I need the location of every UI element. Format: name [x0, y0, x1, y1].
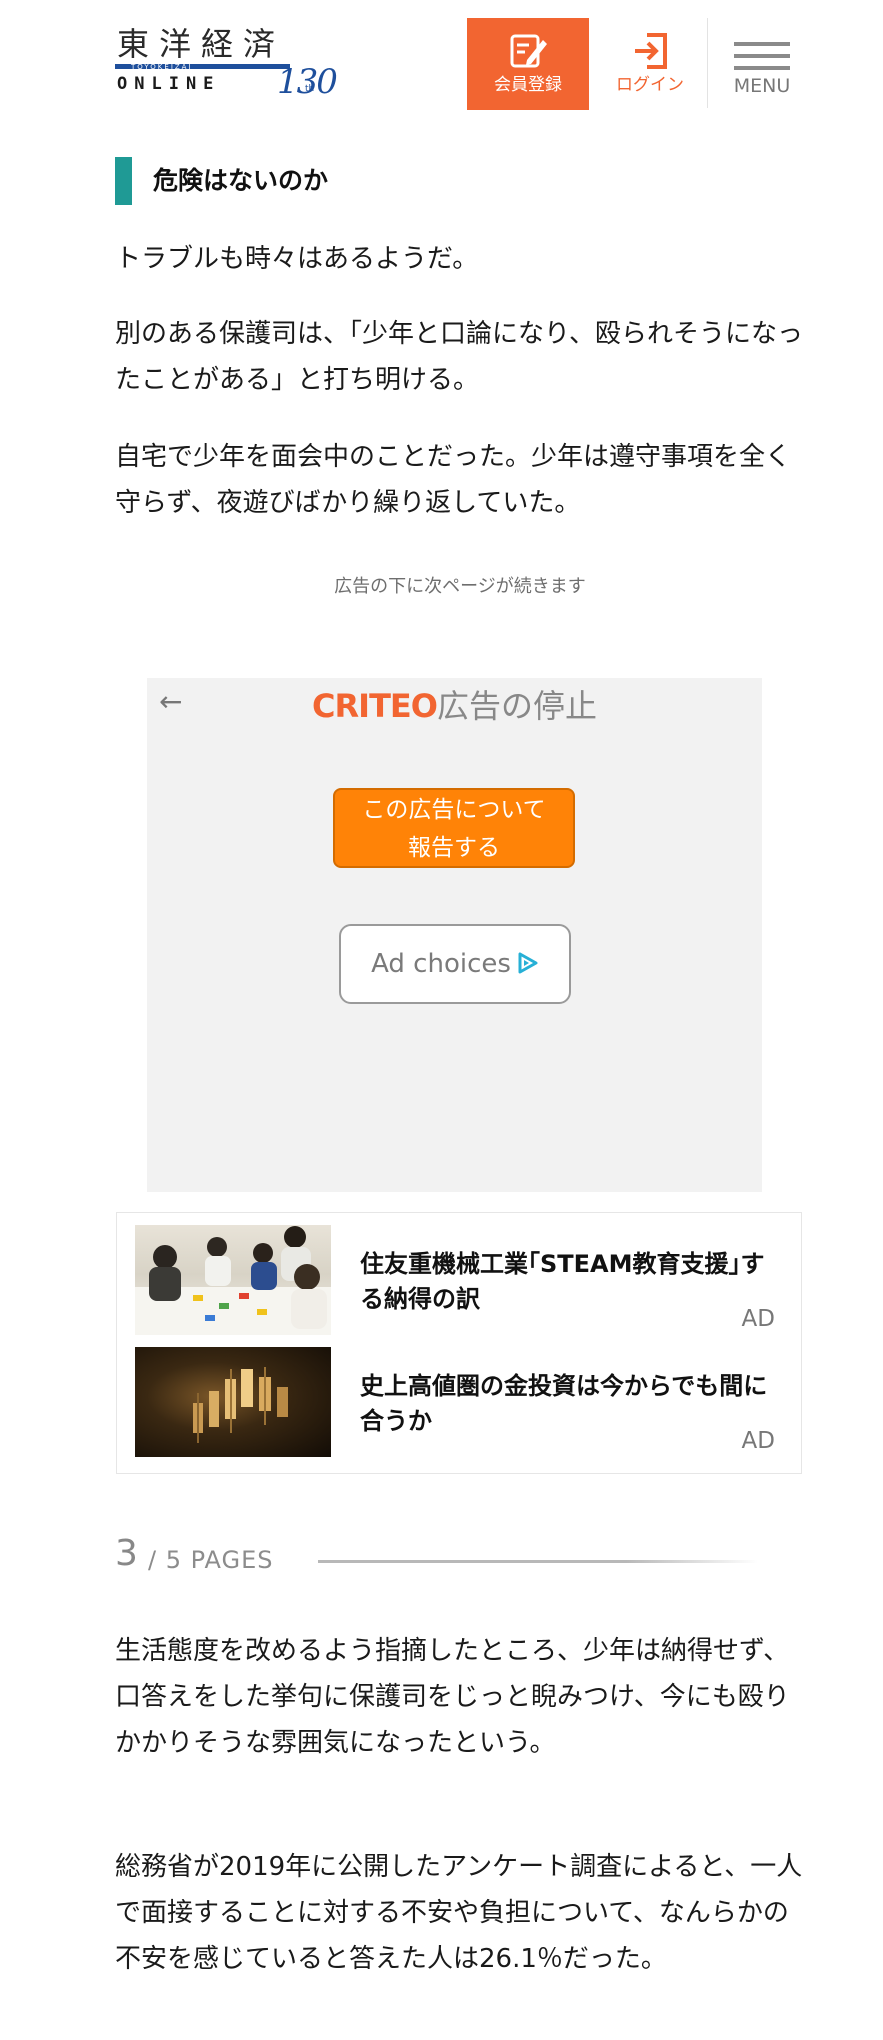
ad-stop-title: CRITEO広告の停止 — [147, 686, 762, 726]
ad-stop-text: 広告の停止 — [436, 687, 597, 725]
ad-badge: AD — [741, 1428, 775, 1454]
native-ad-list: 住友重機械工業｢STEAM教育支援｣する納得の訳 AD 史上高値圏の金投資は今か… — [116, 1212, 802, 1474]
report-ad-label-line1: この広告について — [362, 797, 546, 823]
login-label: ログイン — [616, 75, 684, 95]
menu-label: MENU — [733, 75, 791, 97]
section-heading-bar — [115, 157, 132, 205]
article-paragraph: 別のある保護司は、「少年と口論になり、殴られそうになったことがある」と打ち明ける… — [115, 319, 803, 395]
logo-kanji: 東洋経済 — [117, 25, 286, 63]
page-indicator: 3 / 5 PAGES — [115, 1530, 805, 1580]
site-header: 東洋経済 TOYOKEIZAI ONLINE 130 th 会員登録 ログイン … — [0, 0, 883, 110]
logo-anniversary: 130 — [277, 62, 338, 102]
ad-badge: AD — [741, 1306, 775, 1332]
menu-button[interactable]: MENU — [712, 18, 812, 110]
criteo-logo: CRITEO — [312, 687, 438, 725]
logo-sub: TOYOKEIZAI — [131, 63, 193, 71]
register-label: 会員登録 — [494, 75, 562, 95]
gold-chart-photo — [193, 1367, 288, 1443]
pager-divider — [318, 1560, 758, 1563]
header-divider — [707, 18, 708, 108]
adchoices-icon — [518, 952, 538, 974]
children-workshop-photo — [135, 1226, 331, 1335]
article-paragraph: 総務省が2019年に公開したアンケート調査によると、一人で面接することに対する不… — [115, 1852, 803, 1974]
ad-choices-button[interactable]: Ad choices — [339, 924, 571, 1004]
report-ad-label-line2: 報告する — [408, 835, 500, 861]
logo-online: ONLINE — [117, 74, 221, 94]
ad-choices-label: Ad choices — [371, 949, 511, 979]
native-ad-item[interactable]: 史上高値圏の金投資は今からでも間に合うか AD — [117, 1347, 803, 1467]
article-paragraph: 生活態度を改めるよう指摘したところ、少年は納得せず、口答えをした挙句に保護司をじ… — [115, 1636, 790, 1758]
article-paragraph: 自宅で少年を面会中のことだった。少年は遵守事項を全く守らず、夜遊びばかり繰り返し… — [115, 442, 792, 518]
ad-stop-panel: ← CRITEO広告の停止 この広告について 報告する Ad choices — [147, 678, 762, 1192]
report-ad-button[interactable]: この広告について 報告する — [333, 788, 575, 868]
native-ad-thumbnail[interactable] — [135, 1225, 331, 1335]
native-ad-item[interactable]: 住友重機械工業｢STEAM教育支援｣する納得の訳 AD — [117, 1225, 803, 1345]
article-paragraph: トラブルも時々はあるようだ。 — [115, 244, 479, 274]
register-button[interactable]: 会員登録 — [467, 18, 589, 110]
section-heading: 危険はないのか — [115, 157, 805, 205]
register-pen-icon — [510, 34, 547, 68]
login-icon — [635, 33, 667, 69]
ad-notice: 広告の下に次ページが続きます — [334, 576, 586, 597]
hamburger-menu-icon — [734, 42, 790, 70]
total-pages: / 5 PAGES — [148, 1546, 274, 1574]
logo-anniversary-suffix: th — [305, 84, 315, 94]
section-heading-text: 危険はないのか — [153, 166, 329, 195]
login-button[interactable]: ログイン — [595, 18, 705, 110]
current-page: 3 — [115, 1533, 138, 1574]
toyokeizai-logo[interactable]: 東洋経済 TOYOKEIZAI ONLINE 130 th — [115, 25, 338, 104]
native-ad-thumbnail[interactable] — [135, 1347, 331, 1457]
native-ad-title[interactable]: 住友重機械工業｢STEAM教育支援｣する納得の訳 — [360, 1247, 780, 1317]
native-ad-title[interactable]: 史上高値圏の金投資は今からでも間に合うか — [360, 1369, 780, 1439]
